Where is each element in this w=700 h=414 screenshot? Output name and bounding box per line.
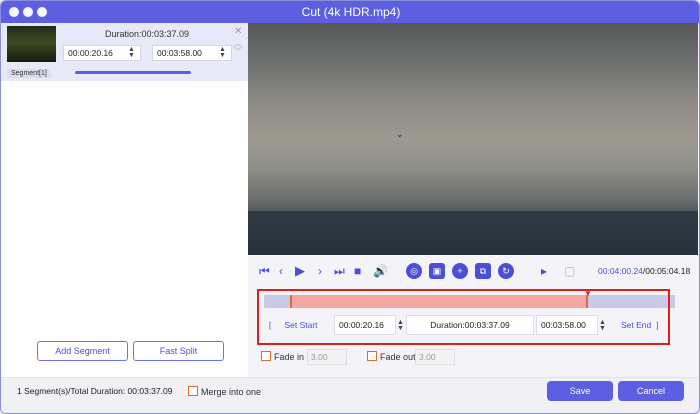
highlight-box (257, 289, 670, 345)
previous-frame-icon[interactable]: ‹ (279, 264, 283, 278)
snapshot-icon[interactable]: ▣ (429, 263, 445, 279)
cancel-button[interactable]: Cancel (618, 381, 684, 401)
skip-to-start-icon[interactable]: ⏮ (259, 264, 270, 279)
fade-out-label: Fade out (380, 352, 416, 362)
move-down-icon[interactable]: ﹀ (234, 46, 242, 57)
segment-thumbnail (7, 26, 56, 62)
bird-silhouette: ⌄ (396, 129, 404, 139)
fast-split-button[interactable]: Fast Split (133, 341, 224, 361)
total-time: /00:05:04.18 (642, 266, 691, 276)
timecode: 00:04:00.24/00:05:04.18 (598, 266, 690, 276)
segment-panel: Duration:00:03:37.09 00:00:20.16 ▲ ▼ 00:0… (1, 23, 248, 413)
delete-segment-icon[interactable]: ✕ (234, 26, 242, 37)
sea-horizon (248, 211, 698, 255)
add-segment-button[interactable]: Add Segment (37, 341, 128, 361)
segment-summary: 1 Segment(s)/Total Duration: 00:03:37.09 (17, 386, 173, 396)
start-stepper-icon[interactable]: ▲ ▼ (128, 46, 135, 59)
copy-icon[interactable]: ⧉ (475, 263, 491, 279)
reset-icon[interactable]: ↻ (498, 263, 514, 279)
fade-out-checkbox[interactable] (367, 351, 377, 361)
fade-in-label: Fade in (274, 352, 305, 362)
fade-in-option[interactable]: Fade in (261, 351, 304, 362)
video-preview: ⌄ (248, 23, 698, 255)
merge-option[interactable]: Merge into one (188, 386, 261, 397)
play-segment-icon[interactable]: ▸ (541, 264, 547, 278)
segment-item[interactable]: Duration:00:03:37.09 00:00:20.16 ▲ ▼ 00:0… (1, 23, 248, 81)
next-frame-icon[interactable]: › (318, 264, 322, 278)
loop-segment-icon[interactable]: ◎ (406, 263, 422, 279)
segment-range-bar (75, 71, 191, 74)
current-time: 00:04:00.24 (598, 266, 643, 276)
fade-in-checkbox[interactable] (261, 351, 271, 361)
volume-icon[interactable]: 🔊 (373, 264, 388, 278)
bottom-bar: 1 Segment(s)/Total Duration: 00:03:37.09… (1, 377, 699, 413)
play-icon[interactable]: ▶ (295, 263, 305, 279)
playback-controls: ⏮ ‹ ▶ › ⏭ ■ 🔊 ◎ ▣ + ⧉ ↻ ▸ ▢ 00:04:00.24/… (248, 255, 698, 287)
cut-window: Cut (4k HDR.mp4) Duration:00:03:37.09 00… (0, 0, 700, 414)
fade-in-value[interactable]: 3.00 (307, 349, 347, 365)
end-stepper-icon[interactable]: ▲ ▼ (219, 46, 226, 59)
add-icon[interactable]: + (452, 263, 468, 279)
segment-duration: Duration:00:03:37.09 (105, 29, 190, 39)
segment-tag: Segment[1] (7, 69, 51, 78)
play-outside-icon[interactable]: ▢ (564, 264, 575, 278)
fade-out-option[interactable]: Fade out (367, 351, 416, 362)
fade-out-value[interactable]: 3.00 (415, 349, 455, 365)
window-title: Cut (4k HDR.mp4) (301, 5, 401, 19)
stop-icon[interactable]: ■ (354, 264, 361, 278)
merge-label: Merge into one (201, 387, 262, 397)
merge-checkbox[interactable] (188, 386, 198, 396)
save-button[interactable]: Save (547, 381, 613, 401)
title-bar: Cut (4k HDR.mp4) (1, 1, 699, 23)
skip-to-end-icon[interactable]: ⏭ (334, 264, 345, 279)
